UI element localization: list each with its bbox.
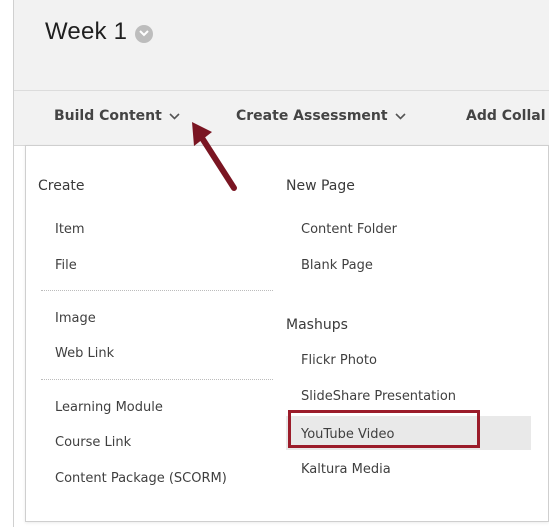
create-header: Create (38, 178, 85, 194)
chevron-down-icon (139, 30, 149, 37)
add-collaborate-label: Add Collal (466, 108, 546, 124)
page-title: Week 1 (45, 18, 154, 46)
menu-item-flickr-photo[interactable]: Flickr Photo (301, 353, 377, 368)
chevron-down-icon (169, 112, 180, 120)
title-options-button[interactable] (135, 24, 154, 43)
youtube-video-callout-box (288, 410, 480, 448)
menu-item-course-link[interactable]: Course Link (55, 435, 131, 450)
menu-item-item[interactable]: Item (55, 222, 85, 237)
menu-item-slideshare[interactable]: SlideShare Presentation (301, 389, 456, 404)
menu-divider (41, 290, 273, 291)
menu-item-content-folder[interactable]: Content Folder (301, 222, 397, 237)
build-content-dropdown: Create Item File Image Web Link Learning… (25, 145, 549, 522)
menu-item-blank-page[interactable]: Blank Page (301, 258, 373, 273)
add-collaborate-menu[interactable]: Add Collal (466, 108, 546, 124)
menu-divider (41, 379, 273, 380)
build-content-label: Build Content (54, 108, 162, 124)
menu-item-learning-module[interactable]: Learning Module (55, 400, 163, 415)
action-bar: Build Content Create Assessment Add Coll… (14, 91, 549, 146)
menu-item-web-link[interactable]: Web Link (55, 346, 114, 361)
menu-item-content-package[interactable]: Content Package (SCORM) (55, 471, 227, 486)
new-page-header: New Page (286, 178, 355, 194)
page-title-text: Week 1 (45, 18, 128, 45)
menu-item-image[interactable]: Image (55, 311, 96, 326)
mashups-header: Mashups (286, 317, 348, 333)
create-assessment-label: Create Assessment (236, 108, 388, 124)
menu-item-kaltura-media[interactable]: Kaltura Media (301, 462, 391, 477)
create-assessment-menu[interactable]: Create Assessment (236, 108, 406, 124)
title-bar: Week 1 (14, 0, 549, 91)
build-content-menu[interactable]: Build Content (54, 108, 180, 124)
chevron-down-icon (395, 112, 406, 120)
menu-item-file[interactable]: File (55, 258, 77, 273)
